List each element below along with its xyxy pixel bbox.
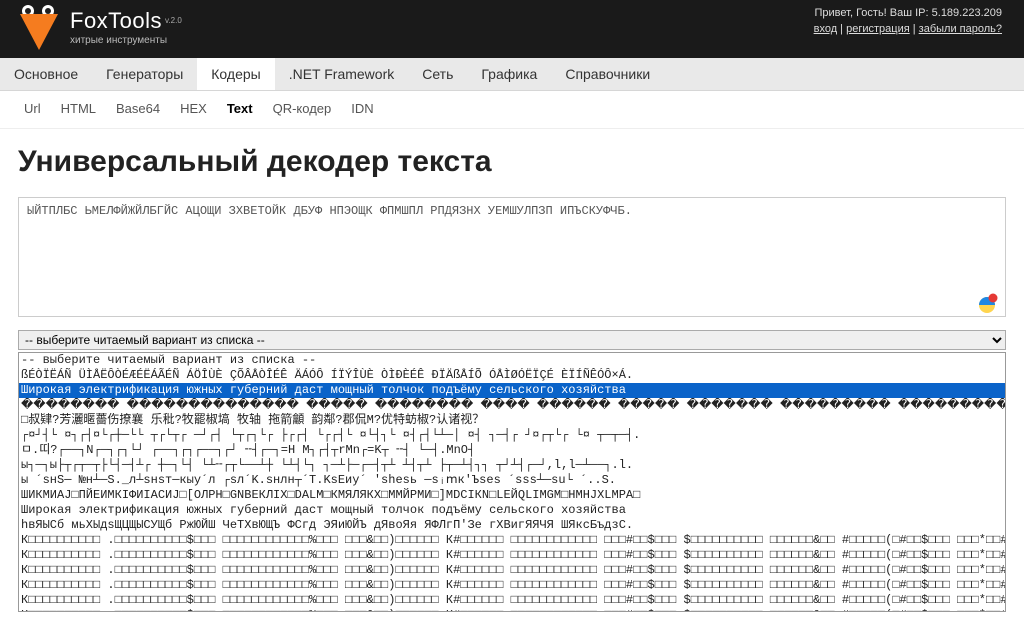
variant-option[interactable]: К□□□□□□□□□□ .□□□□□□□□□□$□□□ □□□□□□□□□□□□…	[19, 548, 1005, 563]
variant-option[interactable]: ßÉÒÏËÁÑ ÜÌÅËÔÒÉÆÉËÁÃÉÑ ÁÖÎÙÈ ÇÕÂÅÒÎÉÊ ÄÁ…	[19, 368, 1005, 383]
nav-sub-item[interactable]: IDN	[341, 97, 383, 120]
variant-option[interactable]: К□□□□□□□□□□ .□□□□□□□□□□$□□□ □□□□□□□□□□□□…	[19, 578, 1005, 593]
nav-main-item[interactable]: Справочники	[551, 58, 664, 90]
page-title: Универсальный декодер текста	[18, 145, 1006, 179]
nav-main-item[interactable]: Графика	[467, 58, 551, 90]
variant-option[interactable]: ы ´sнS─ №н┴─S._л┴sнsт─кыy´л ┌sл´K.sнлн┬´…	[19, 473, 1005, 488]
variant-option[interactable]: ШИКМИАJ□ПЙЕИМКIФИIАСИJ□[ОЛРН□GNВЕКЛIХ□DА…	[19, 488, 1005, 503]
variant-option[interactable]: ы┐─┐ы├┬┌┬─┬├└┤─┤┴┌ ┼─┐└┤ └┴╌┌┬└──┴┼ └┴┤└…	[19, 458, 1005, 473]
brand-subtitle: хитрые инструменты	[70, 35, 182, 46]
variant-option[interactable]: □叔肄?芳灑暱薔伤撩襄 乐秕?牧罷椒塙 牧轴 拖箭龥 韵鄰?郡侃М?优特蚄椒?认…	[19, 413, 1005, 428]
fox-logo-icon	[18, 4, 60, 50]
variant-select[interactable]: -- выберите читаемый вариант из списка -…	[18, 330, 1006, 350]
nav-sub-item[interactable]: HEX	[170, 97, 217, 120]
variant-option[interactable]: ┌¤┘┤└ ¤┐┌┤¤└┌┼─└└ ┬┌└┬┌ ─┘┌┤ └┬┌┐└┌ ├┌┌┤…	[19, 428, 1005, 443]
variant-listbox[interactable]: -- выберите читаемый вариант из списка -…	[18, 352, 1006, 612]
variant-option[interactable]: К□□□□□□□□□□ .□□□□□□□□□□$□□□ □□□□□□□□□□□□…	[19, 533, 1005, 548]
nav-main-item[interactable]: Кодеры	[197, 58, 274, 90]
register-link[interactable]: регистрация	[846, 23, 910, 35]
nav-main-item[interactable]: Генераторы	[92, 58, 197, 90]
variant-option[interactable]: Широкая электрификация южных губерний да…	[19, 383, 1005, 398]
brand-version: v.2.0	[165, 16, 182, 25]
variant-option[interactable]: ㅁ.띠?┌──┐N┌─┐┌┐└┘ ┌──┐┌┐┌──┐┌┘ ╌┤┌─┐=H M┐…	[19, 443, 1005, 458]
variant-option[interactable]: �������� �������������� ����� �������� �…	[19, 398, 1005, 413]
nav-sub-item[interactable]: Base64	[106, 97, 170, 120]
brand-name: FoxTools	[70, 8, 162, 33]
forgot-password-link[interactable]: забыли пароль?	[919, 23, 1002, 35]
variant-option[interactable]: К□□□□□□□□□□ .□□□□□□□□□□$□□□ □□□□□□□□□□□□…	[19, 563, 1005, 578]
nav-main-item[interactable]: Основное	[0, 58, 92, 90]
login-link[interactable]: вход	[814, 23, 838, 35]
main-nav: ОсновноеГенераторыКодеры.NET FrameworkСе…	[0, 58, 1024, 91]
input-textarea[interactable]	[18, 197, 1006, 317]
nav-main-item[interactable]: Сеть	[408, 58, 467, 90]
greeting-text: Привет, Гость! Ваш IP:	[815, 7, 932, 19]
nav-sub-item[interactable]: QR-кодер	[263, 97, 342, 120]
user-ip: 5.189.223.209	[932, 7, 1002, 19]
page-content: Универсальный декодер текста -- выберите…	[0, 129, 1024, 628]
sub-nav: UrlHTMLBase64HEXTextQR-кодерIDN	[0, 91, 1024, 129]
variant-option[interactable]: К□□□□□□□□□□ .□□□□□□□□□□$□□□ □□□□□□□□□□□□…	[19, 608, 1005, 612]
variant-option[interactable]: Широкая электрификация южных губерний да…	[19, 503, 1005, 518]
nav-sub-item[interactable]: Text	[217, 97, 263, 120]
variant-option[interactable]: -- выберите читаемый вариант из списка -…	[19, 353, 1005, 368]
user-block: Привет, Гость! Ваш IP: 5.189.223.209 вхо…	[814, 6, 1002, 38]
variant-option[interactable]: hвЯЫСб мьХЫдsЩЦЩЫСУЩб РжЮЙШ ЧеТХвЮЩЪ ФСг…	[19, 518, 1005, 533]
site-header: FoxToolsv.2.0 хитрые инструменты Привет,…	[0, 0, 1024, 58]
nav-main-item[interactable]: .NET Framework	[275, 58, 409, 90]
grammar-badge-icon[interactable]	[976, 292, 998, 314]
nav-sub-item[interactable]: Url	[14, 97, 51, 120]
logo[interactable]: FoxToolsv.2.0 хитрые инструменты	[18, 4, 182, 50]
nav-sub-item[interactable]: HTML	[51, 97, 106, 120]
